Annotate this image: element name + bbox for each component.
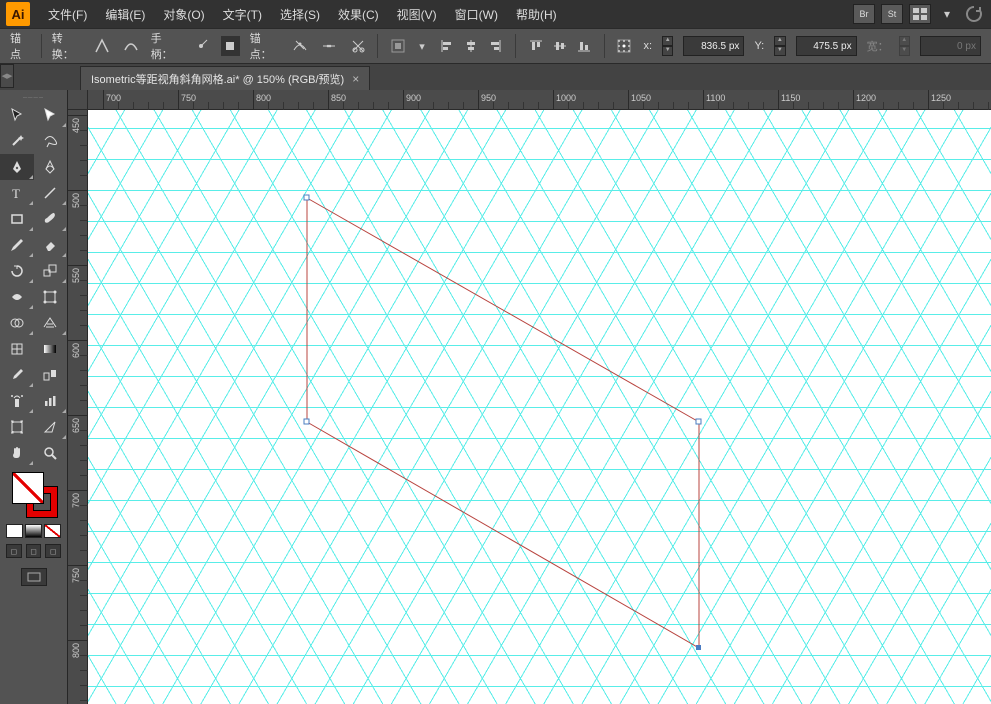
ruler-origin[interactable] xyxy=(68,90,88,110)
y-label: Y: xyxy=(754,40,764,52)
convert-corner-icon[interactable] xyxy=(93,36,112,56)
menu-chevron-down-icon[interactable]: ▾ xyxy=(937,4,957,24)
menu-object[interactable]: 对象(O) xyxy=(155,2,212,27)
handle-label: 手柄： xyxy=(151,30,182,62)
document-tab-title: Isometric等距视角斜角网格.ai* @ 150% (RGB/预览) xyxy=(91,71,344,87)
column-graph-tool[interactable] xyxy=(34,388,68,414)
gradient-tool[interactable] xyxy=(34,336,68,362)
hand-tool[interactable] xyxy=(0,440,34,466)
type-tool[interactable]: T xyxy=(0,180,34,206)
options-bar: 锚点 转换： 手柄： 锚点： ▾ x: ▲▼ 836.5 px Y: ▲▼ 47… xyxy=(0,28,991,64)
ruler-horizontal[interactable]: 7007508008509009501000105011001150120012… xyxy=(88,90,991,110)
menu-edit[interactable]: 编辑(E) xyxy=(97,2,153,27)
connect-anchor-icon[interactable] xyxy=(320,36,339,56)
x-stepper[interactable]: ▲▼ xyxy=(662,36,673,56)
shaper-tool[interactable] xyxy=(0,232,34,258)
draw-none-mode[interactable] xyxy=(44,524,61,538)
shape-builder-tool[interactable] xyxy=(0,310,34,336)
scale-tool[interactable] xyxy=(34,258,68,284)
fill-stroke-swatch[interactable]: ◻ ◻ ◻ xyxy=(0,466,67,592)
line-tool[interactable] xyxy=(34,180,68,206)
isometric-grid xyxy=(88,110,991,704)
cut-path-icon[interactable] xyxy=(349,36,368,56)
align-right-icon[interactable] xyxy=(485,36,505,56)
svg-text:T: T xyxy=(12,186,20,201)
draw-normal-icon[interactable]: ◻ xyxy=(6,544,22,558)
magic-wand-tool[interactable] xyxy=(0,128,34,154)
menu-window[interactable]: 窗口(W) xyxy=(447,2,506,27)
draw-inside-icon[interactable]: ◻ xyxy=(45,544,61,558)
document-tab-strip: Isometric等距视角斜角网格.ai* @ 150% (RGB/预览) × xyxy=(0,64,991,90)
align-vertical-group xyxy=(526,36,594,56)
stock-icon[interactable]: St xyxy=(881,4,903,24)
menu-effect[interactable]: 效果(C) xyxy=(330,2,387,27)
anchor2-label: 锚点： xyxy=(250,30,281,62)
reference-point-icon[interactable] xyxy=(615,36,634,56)
close-icon[interactable]: × xyxy=(352,72,359,86)
pen-tool[interactable] xyxy=(0,154,34,180)
toolbar-grip[interactable]: ┈┈┈┈ xyxy=(0,94,67,102)
convert-smooth-icon[interactable] xyxy=(122,36,141,56)
app-logo: Ai xyxy=(6,2,30,26)
selection-tool[interactable] xyxy=(0,102,34,128)
rectangle-tool[interactable] xyxy=(0,206,34,232)
w-label: 宽： xyxy=(867,38,889,54)
eraser-tool[interactable] xyxy=(34,232,68,258)
document-tab[interactable]: Isometric等距视角斜角网格.ai* @ 150% (RGB/预览) × xyxy=(80,66,370,90)
remove-anchor-icon[interactable] xyxy=(291,36,310,56)
align-horizontal-group xyxy=(437,36,505,56)
bridge-icon[interactable]: Br xyxy=(853,4,875,24)
handle-show-icon[interactable] xyxy=(192,36,211,56)
anchor-label: 锚点 xyxy=(10,30,31,62)
align-bottom-icon[interactable] xyxy=(574,36,594,56)
lasso-tool[interactable] xyxy=(34,128,68,154)
zoom-tool[interactable] xyxy=(34,440,68,466)
y-field[interactable]: 475.5 px xyxy=(796,36,857,56)
direct-selection-tool[interactable] xyxy=(34,102,68,128)
x-field[interactable]: 836.5 px xyxy=(683,36,744,56)
blend-tool[interactable] xyxy=(34,362,68,388)
menu-view[interactable]: 视图(V) xyxy=(389,2,445,27)
w-stepper: ▲▼ xyxy=(899,36,910,56)
align-left-icon[interactable] xyxy=(437,36,457,56)
menu-select[interactable]: 选择(S) xyxy=(272,2,328,27)
mesh-tool[interactable] xyxy=(0,336,34,362)
w-field: 0 px xyxy=(920,36,981,56)
curvature-tool[interactable] xyxy=(34,154,68,180)
menu-bar: Ai 文件(F) 编辑(E) 对象(O) 文字(T) 选择(S) 效果(C) 视… xyxy=(0,0,991,28)
canvas-area: 7007508008509009501000105011001150120012… xyxy=(68,90,991,704)
perspective-grid-tool[interactable] xyxy=(34,310,68,336)
arrange-docs-icon[interactable] xyxy=(909,4,931,24)
align-vcenter-icon[interactable] xyxy=(550,36,570,56)
draw-behind-icon[interactable]: ◻ xyxy=(26,544,42,558)
align-top-icon[interactable] xyxy=(526,36,546,56)
artboard-tool[interactable] xyxy=(0,414,34,440)
eyedropper-tool[interactable] xyxy=(0,362,34,388)
menu-help[interactable]: 帮助(H) xyxy=(508,2,565,27)
isolate-icon[interactable] xyxy=(388,36,407,56)
toolbar: ┈┈┈┈ T xyxy=(0,90,68,704)
menu-file[interactable]: 文件(F) xyxy=(40,2,95,27)
x-label: x: xyxy=(644,40,653,52)
rotate-tool[interactable] xyxy=(0,258,34,284)
align-hcenter-icon[interactable] xyxy=(461,36,481,56)
fill-swatch[interactable] xyxy=(12,472,44,504)
symbol-sprayer-tool[interactable] xyxy=(0,388,34,414)
draw-gradient-mode[interactable] xyxy=(25,524,42,538)
y-stepper[interactable]: ▲▼ xyxy=(774,36,785,56)
ruler-vertical[interactable]: 450500550600650700750800 xyxy=(68,110,88,704)
handle-hide-icon[interactable] xyxy=(221,36,240,56)
menu-type[interactable]: 文字(T) xyxy=(215,2,270,27)
screen-mode-button[interactable] xyxy=(21,568,47,586)
sync-icon[interactable] xyxy=(963,4,985,24)
free-transform-tool[interactable] xyxy=(34,284,68,310)
isolate-chevron-icon[interactable]: ▾ xyxy=(417,36,426,56)
paintbrush-tool[interactable] xyxy=(34,206,68,232)
slice-tool[interactable] xyxy=(34,414,68,440)
width-tool[interactable] xyxy=(0,284,34,310)
convert-label: 转换： xyxy=(52,30,83,62)
artboard[interactable] xyxy=(88,110,991,704)
draw-color-mode[interactable] xyxy=(6,524,23,538)
panel-dock-collapse[interactable]: ◀▶ xyxy=(0,64,14,88)
